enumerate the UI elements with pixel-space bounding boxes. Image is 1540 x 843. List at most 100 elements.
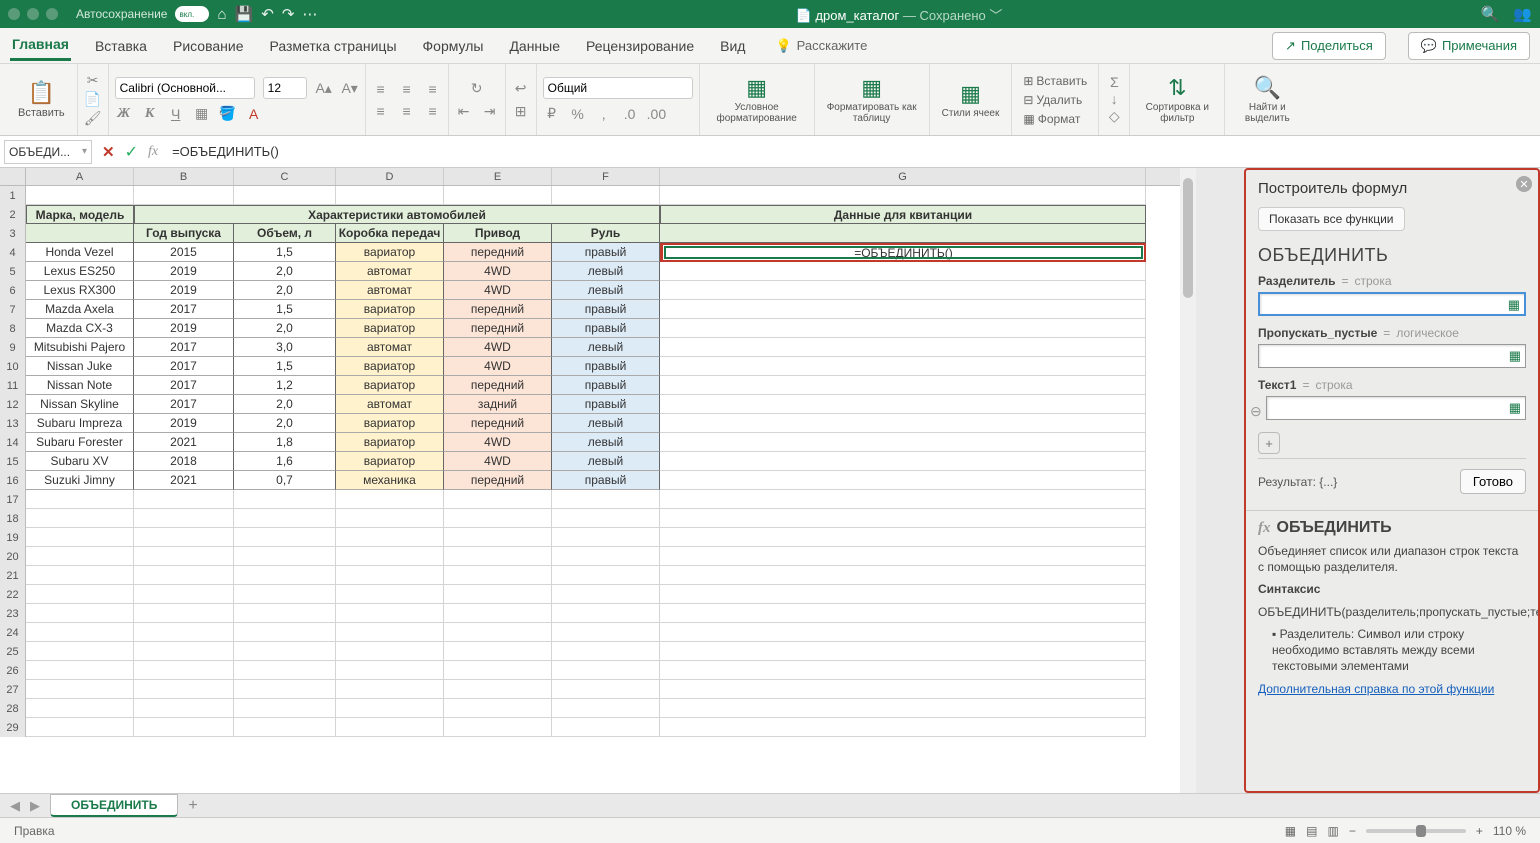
align-left-icon[interactable]: ≡ — [372, 103, 390, 119]
sheet-tab-active[interactable]: ОБЪЕДИНИТЬ — [50, 794, 178, 817]
name-box[interactable]: ОБЪЕДИ...▾ — [4, 140, 92, 164]
col-header-D[interactable]: D — [336, 168, 444, 185]
cell[interactable]: вариатор — [336, 433, 444, 452]
indent-dec-icon[interactable]: ⇤ — [455, 103, 473, 120]
view-normal-icon[interactable]: ▦ — [1285, 824, 1296, 838]
cell[interactable] — [660, 376, 1146, 395]
cell[interactable] — [336, 623, 444, 642]
cell[interactable]: левый — [552, 281, 660, 300]
row-header[interactable]: 23 — [0, 604, 26, 623]
cell[interactable] — [444, 680, 552, 699]
cell[interactable] — [444, 566, 552, 585]
cell[interactable] — [26, 528, 134, 547]
row-header[interactable]: 14 — [0, 433, 26, 452]
cell[interactable] — [444, 604, 552, 623]
cell[interactable] — [660, 338, 1146, 357]
col-header-B[interactable]: B — [134, 168, 234, 185]
autosave-toggle[interactable]: вкл. — [175, 6, 209, 22]
cell[interactable] — [660, 566, 1146, 585]
search-icon[interactable]: 🔍 — [1481, 5, 1500, 23]
cell[interactable] — [26, 224, 134, 243]
cell[interactable] — [336, 699, 444, 718]
cell[interactable] — [444, 509, 552, 528]
cell[interactable] — [660, 471, 1146, 490]
cell[interactable]: 2,0 — [234, 281, 336, 300]
cell[interactable]: Коробка передач — [336, 224, 444, 243]
cell[interactable]: Lexus RX300 — [26, 281, 134, 300]
cell[interactable]: Nissan Juke — [26, 357, 134, 376]
cell[interactable]: вариатор — [336, 319, 444, 338]
tab-draw[interactable]: Рисование — [171, 32, 246, 60]
cell[interactable]: вариатор — [336, 414, 444, 433]
decrease-font-icon[interactable]: A▾ — [341, 80, 359, 97]
cell[interactable] — [552, 623, 660, 642]
cell[interactable] — [336, 718, 444, 737]
cell[interactable]: Subaru Forester — [26, 433, 134, 452]
cell[interactable]: 4WD — [444, 433, 552, 452]
cell[interactable]: правый — [552, 357, 660, 376]
cell[interactable] — [660, 300, 1146, 319]
row-header[interactable]: 13 — [0, 414, 26, 433]
cell[interactable] — [552, 680, 660, 699]
range-selector-icon[interactable]: ▦ — [1509, 348, 1521, 364]
row-header[interactable]: 16 — [0, 471, 26, 490]
cell[interactable]: правый — [552, 243, 660, 262]
name-box-dropdown-icon[interactable]: ▾ — [82, 146, 87, 157]
select-all-corner[interactable] — [0, 168, 26, 185]
orientation-icon[interactable]: ↻ — [468, 80, 486, 97]
format-table-button[interactable]: ▦Форматировать как таблицу — [821, 73, 923, 126]
cell[interactable]: вариатор — [336, 452, 444, 471]
font-size-select[interactable] — [263, 77, 307, 99]
window-controls[interactable] — [8, 8, 58, 20]
cell[interactable] — [26, 585, 134, 604]
row-header[interactable]: 27 — [0, 680, 26, 699]
add-argument-button[interactable]: + — [1258, 432, 1280, 454]
cell[interactable] — [26, 547, 134, 566]
cell[interactable]: левый — [552, 414, 660, 433]
cell[interactable]: Mazda Axela — [26, 300, 134, 319]
conditional-format-button[interactable]: ▦Условное форматирование — [706, 73, 808, 126]
cell[interactable] — [234, 585, 336, 604]
cell[interactable]: автомат — [336, 338, 444, 357]
cell[interactable]: 3,0 — [234, 338, 336, 357]
col-header-A[interactable]: A — [26, 168, 134, 185]
row-header[interactable]: 28 — [0, 699, 26, 718]
tab-data[interactable]: Данные — [507, 32, 562, 60]
cell[interactable] — [134, 528, 234, 547]
save-icon[interactable]: 💾 — [235, 5, 254, 23]
cell[interactable]: Объем, л — [234, 224, 336, 243]
cell[interactable] — [660, 509, 1146, 528]
sort-filter-button[interactable]: ⇅Сортировка и фильтр — [1136, 73, 1218, 126]
cell[interactable] — [234, 566, 336, 585]
cell[interactable]: Subaru XV — [26, 452, 134, 471]
row-header[interactable]: 11 — [0, 376, 26, 395]
cell[interactable]: 2,0 — [234, 414, 336, 433]
cell[interactable] — [444, 186, 552, 205]
accept-formula-icon[interactable]: ✓ — [125, 142, 138, 162]
cell[interactable]: 2019 — [134, 319, 234, 338]
cell[interactable]: 1,8 — [234, 433, 336, 452]
row-header[interactable]: 21 — [0, 566, 26, 585]
cell[interactable] — [26, 718, 134, 737]
zoom-in-icon[interactable]: + — [1476, 824, 1483, 838]
cell[interactable] — [234, 528, 336, 547]
cell[interactable] — [234, 661, 336, 680]
cell[interactable] — [336, 509, 444, 528]
spreadsheet-grid[interactable]: A B C D E F G 12Марка, модельХарактерист… — [0, 168, 1180, 793]
cell[interactable]: передний — [444, 300, 552, 319]
cell[interactable] — [234, 547, 336, 566]
show-all-functions-button[interactable]: Показать все функции — [1258, 207, 1405, 231]
align-middle-icon[interactable]: ≡ — [398, 81, 416, 97]
more-icon[interactable]: ⋯ — [302, 5, 317, 23]
cell[interactable] — [660, 623, 1146, 642]
cell[interactable] — [234, 718, 336, 737]
cell[interactable] — [552, 661, 660, 680]
cell[interactable]: 0,7 — [234, 471, 336, 490]
row-header[interactable]: 19 — [0, 528, 26, 547]
align-top-icon[interactable]: ≡ — [372, 81, 390, 97]
cell[interactable] — [660, 395, 1146, 414]
cell[interactable] — [234, 509, 336, 528]
zoom-level[interactable]: 110 % — [1493, 824, 1526, 838]
cell[interactable]: Mitsubishi Pajero — [26, 338, 134, 357]
col-header-G[interactable]: G — [660, 168, 1146, 185]
